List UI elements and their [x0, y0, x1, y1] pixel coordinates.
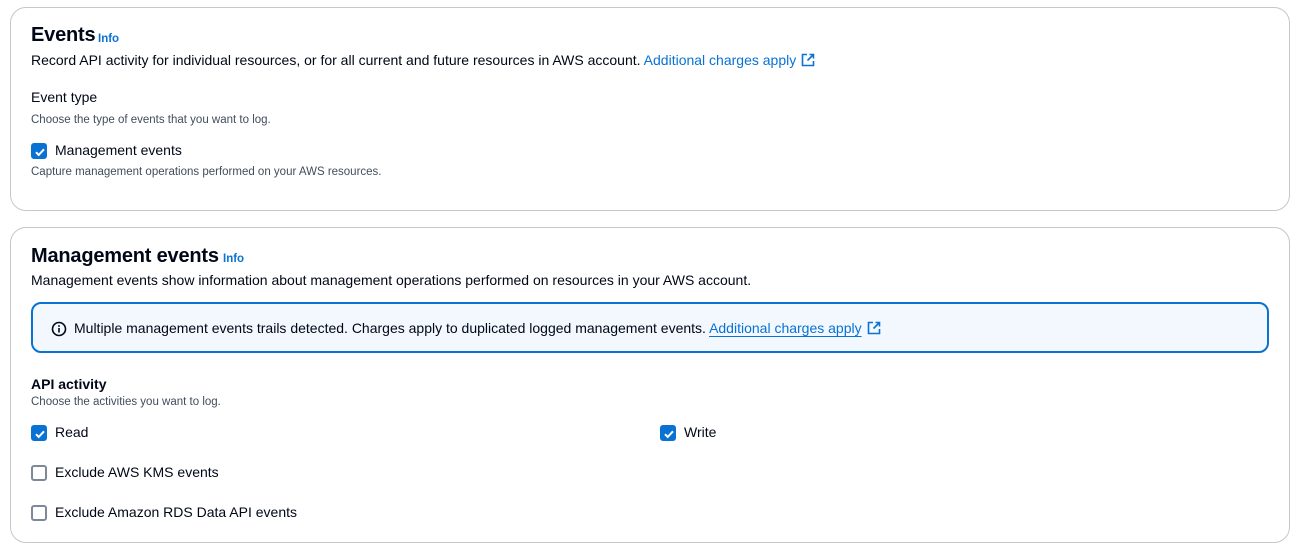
events-charges-link[interactable]: Additional charges apply — [644, 52, 816, 68]
alert-charges-link[interactable]: Additional charges apply — [709, 320, 862, 336]
events-info-link[interactable]: Info — [98, 33, 119, 45]
event-type-label: Event type — [31, 89, 98, 105]
read-checkbox[interactable] — [31, 425, 47, 441]
info-circle-icon — [51, 321, 67, 337]
exclude-kms-events-label[interactable]: Exclude AWS KMS events — [55, 464, 219, 480]
exclude-rds-data-api-events-label[interactable]: Exclude Amazon RDS Data API events — [55, 504, 297, 520]
management-panel-description: Management events show information about… — [31, 272, 752, 288]
events-charges-link-text: Additional charges apply — [643, 52, 797, 68]
read-checkbox-label[interactable]: Read — [55, 424, 88, 440]
checkmark-icon — [35, 148, 45, 157]
event-type-hint: Choose the type of events that you want … — [31, 114, 271, 126]
management-events-panel: Management events Info Management events… — [10, 227, 1290, 543]
checkmark-icon — [664, 430, 674, 439]
events-description-text: Record API activity for individual resou… — [31, 52, 641, 68]
events-panel-title: Events — [31, 24, 96, 46]
alert-charges-link-text: Additional charges apply — [709, 320, 862, 336]
management-events-checkbox[interactable] — [31, 143, 47, 159]
api-activity-hint: Choose the activities you want to log. — [31, 396, 221, 408]
checkmark-icon — [35, 430, 45, 439]
write-checkbox-label[interactable]: Write — [684, 424, 716, 440]
api-activity-label: API activity — [31, 376, 107, 392]
external-link-icon — [801, 53, 815, 67]
management-events-description: Capture management operations performed … — [31, 166, 382, 178]
management-info-link[interactable]: Info — [223, 253, 244, 265]
events-panel-description: Record API activity for individual resou… — [31, 52, 815, 68]
info-alert: Multiple management events trails detect… — [31, 302, 1269, 353]
write-checkbox[interactable] — [660, 425, 676, 441]
alert-message: Multiple management events trails detect… — [74, 320, 881, 336]
exclude-kms-events-checkbox[interactable] — [31, 465, 47, 481]
alert-text: Multiple management events trails detect… — [74, 320, 706, 336]
events-panel: Events Info Record API activity for indi… — [10, 7, 1290, 211]
external-link-icon[interactable] — [867, 321, 881, 335]
exclude-rds-data-api-events-checkbox[interactable] — [31, 505, 47, 521]
management-events-checkbox-label[interactable]: Management events — [55, 142, 182, 158]
management-panel-title: Management events — [31, 245, 219, 267]
